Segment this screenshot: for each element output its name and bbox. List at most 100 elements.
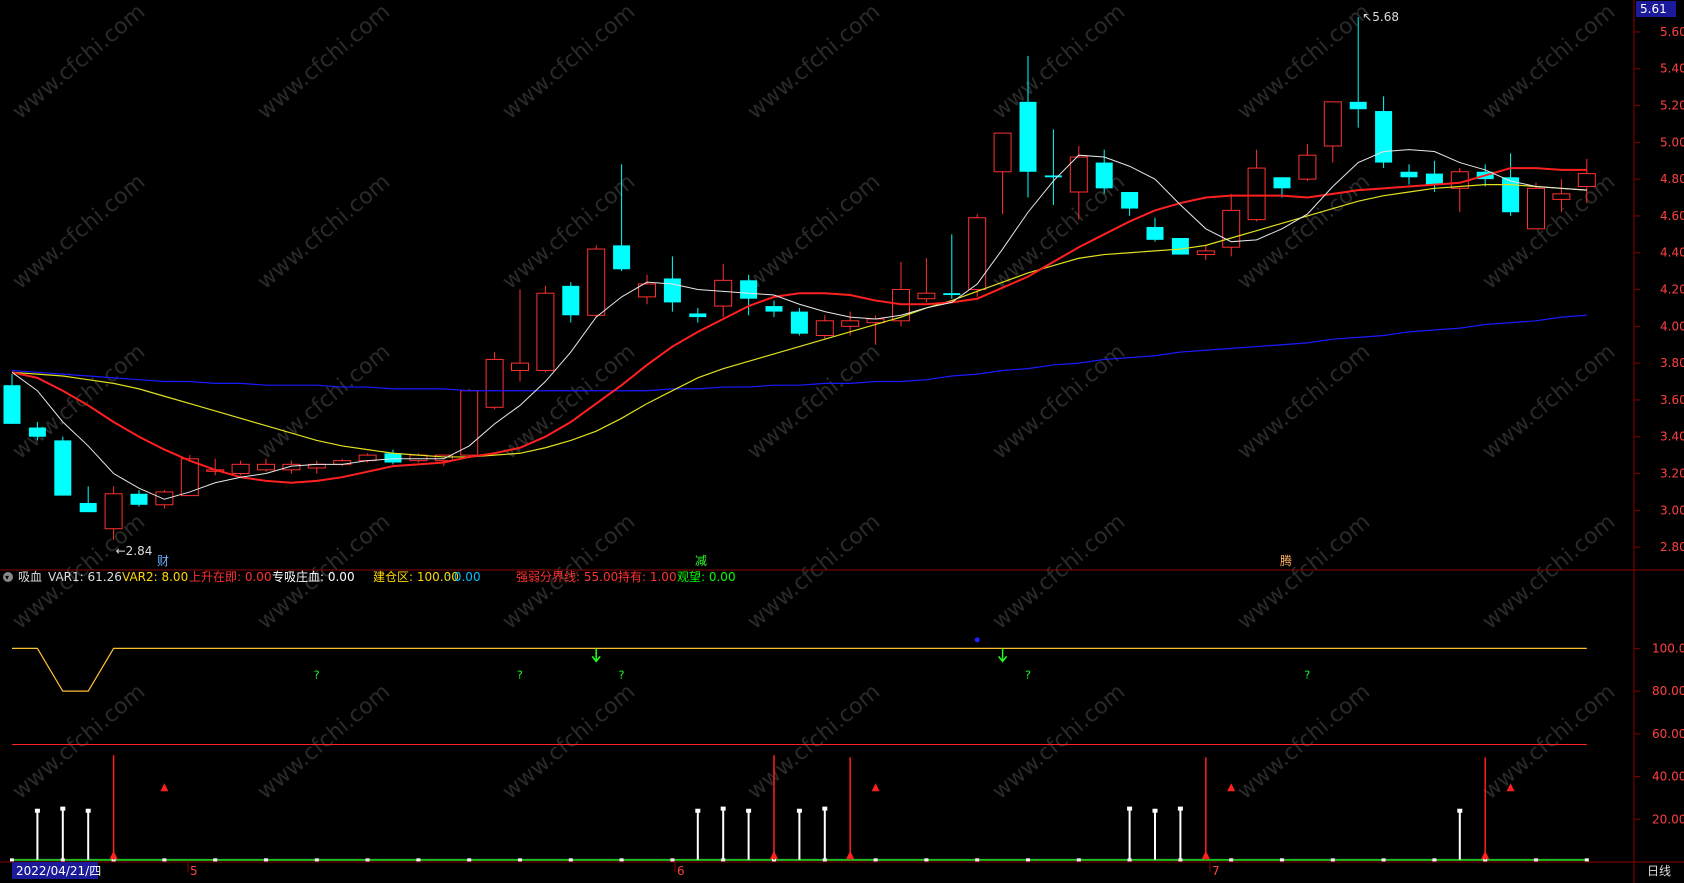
price-tick-label: 2.80 [1660, 540, 1684, 554]
indicator-axis: 100.00 80.00 60.00 40.00 20.00 [1634, 641, 1684, 826]
baseline-marker [162, 858, 167, 862]
candle-body [1247, 167, 1266, 221]
baseline-marker [568, 858, 573, 862]
candle-body [257, 463, 275, 471]
price-tick-label: 5.20 [1660, 99, 1684, 113]
baseline-marker [1534, 858, 1538, 862]
event-marker[interactable]: 减 [695, 554, 707, 568]
candle-body [1375, 111, 1393, 163]
candle-body [1095, 162, 1113, 189]
price-tick-label: 4.80 [1660, 172, 1684, 186]
candle-body [282, 463, 301, 471]
watermark-text: www.cfchi.com [253, 169, 395, 294]
baseline-marker [467, 858, 472, 862]
watermark-text: www.cfchi.com [8, 169, 150, 294]
watermark-text: www.cfchi.com [498, 679, 640, 804]
candlestick-series [3, 17, 1596, 540]
candle-body [841, 320, 860, 327]
candle-body [536, 292, 555, 371]
watermark-text: www.cfchi.com [1478, 509, 1620, 634]
baseline-marker [924, 858, 929, 862]
price-tick-label: 3.40 [1660, 430, 1684, 444]
baseline-marker [1229, 858, 1234, 862]
high-price-label: ↖5.68 [1362, 10, 1399, 24]
candle-body [1121, 192, 1139, 209]
indicator-value: 持有: 1.00 [618, 569, 677, 584]
watermark-text: www.cfchi.com [253, 679, 395, 804]
red-bar-triangle [109, 850, 118, 859]
baseline-marker [1280, 858, 1284, 862]
candle-body [1146, 226, 1164, 240]
baseline-marker [1432, 858, 1437, 862]
watermark-text: www.cfchi.com [8, 0, 150, 125]
watermark-text: www.cfchi.com [988, 509, 1130, 634]
baseline-marker [1330, 858, 1335, 862]
candle-body [663, 278, 681, 303]
baseline-marker [670, 858, 675, 862]
baseline-marker [619, 858, 624, 862]
indicator-tick-label: 20.00 [1652, 812, 1684, 826]
indicator-value: 上升在即: 0.00 [189, 570, 272, 584]
candle-body [765, 306, 783, 312]
stock-chart[interactable]: www.cfchi.com www.cfchi.com www.cfchi.com w… [0, 0, 1684, 883]
indicator-value: VAR1: 61.26 [48, 570, 122, 584]
event-marker[interactable]: 腾 [1280, 553, 1292, 568]
watermark-text: www.cfchi.com [253, 0, 395, 125]
question-mark: ? [517, 668, 523, 681]
white-bar-cap [796, 808, 802, 813]
baseline-marker [1584, 858, 1589, 862]
candle-body [384, 453, 402, 463]
candle-body [104, 493, 123, 530]
period-button[interactable]: 日线 [1647, 864, 1671, 878]
price-tick-label: 4.20 [1660, 283, 1684, 297]
watermark-text: www.cfchi.com [8, 339, 150, 464]
price-axis: 5.60 5.40 5.20 5.00 4.80 4.60 4.40 4.20 4.00 3.80… [1634, 25, 1684, 554]
white-bar-cap [34, 808, 40, 813]
candle-body [28, 427, 46, 437]
baseline-marker [975, 858, 980, 862]
price-tick-label: 3.80 [1660, 356, 1684, 370]
indicator-value: 观望: 0.00 [677, 570, 736, 584]
candle-body [79, 502, 97, 513]
watermark-text: www.cfchi.com [743, 509, 885, 634]
watermark-text: www.cfchi.com [988, 0, 1130, 125]
current-date: 2022/04/21/四 [16, 864, 101, 878]
price-tick-label: 3.00 [1660, 503, 1684, 517]
price-tick-label: 3.60 [1660, 393, 1684, 407]
baseline-marker [1381, 858, 1386, 862]
red-bar-triangle [1201, 850, 1210, 859]
candle-body [917, 292, 936, 300]
watermark-text: www.cfchi.com [8, 679, 150, 804]
buy-signal-triangle [160, 783, 169, 792]
red-bar-triangle [770, 850, 778, 859]
watermark-text: www.cfchi.com [498, 339, 640, 464]
red-bar-triangle [1481, 850, 1490, 859]
watermark-text: www.cfchi.com [1478, 679, 1620, 804]
indicator-tick-label: 100.00 [1652, 641, 1684, 655]
candle-body [1323, 101, 1342, 147]
price-tick-label: 4.00 [1660, 319, 1684, 333]
baseline-marker [365, 858, 370, 862]
watermark-text: www.cfchi.com [498, 169, 640, 294]
baseline-marker [264, 858, 268, 862]
candle-body [790, 311, 808, 334]
price-tick-label: 4.40 [1660, 246, 1684, 260]
question-mark: ? [1025, 668, 1031, 681]
current-price: 5.61 [1640, 2, 1667, 16]
candle-body [1527, 187, 1545, 230]
candle-body [1069, 156, 1088, 193]
price-tick-label: 5.40 [1660, 62, 1684, 76]
indicator-name[interactable]: 吸血 [18, 570, 42, 584]
candle-body [1273, 177, 1291, 189]
event-marker[interactable]: 财 [157, 554, 169, 568]
indicator-value: VAR2: 8.00 [122, 570, 188, 584]
watermark-text: www.cfchi.com [1233, 679, 1375, 804]
candle-body [1019, 101, 1037, 172]
month-label: 6 [677, 864, 685, 878]
candle-body [1171, 238, 1189, 255]
indicator-header: ▾ 吸血 VAR1: 61.26 VAR2: 8.00 上升在即: 0.00 专吸庄血… [3, 569, 736, 584]
candle-body [1349, 101, 1367, 110]
candle-body [155, 491, 174, 506]
white-bar-cap [746, 808, 752, 813]
watermark-text: www.cfchi.com [988, 339, 1130, 464]
